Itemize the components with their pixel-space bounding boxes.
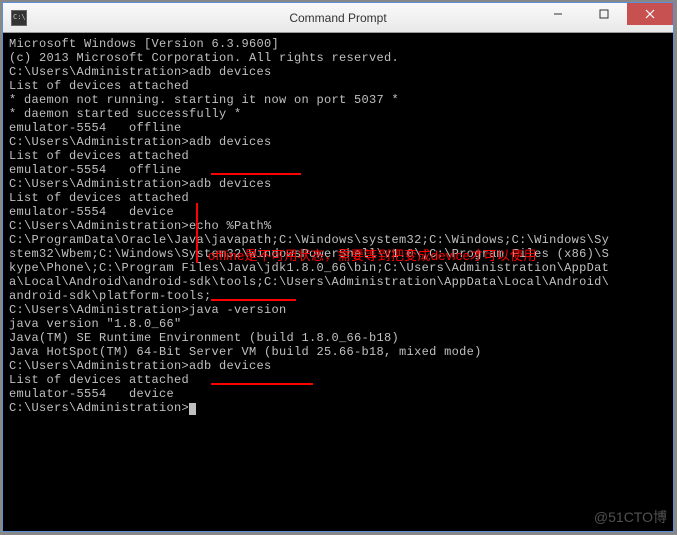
output-line: a\Local\Android\android-sdk\tools;C:\Use…	[9, 275, 667, 289]
close-icon	[645, 9, 655, 19]
output-line: List of devices attached	[9, 79, 667, 93]
minimize-button[interactable]	[535, 3, 581, 25]
output-line: emulator-5554 device	[9, 205, 667, 219]
command-prompt-window: Command Prompt Microsoft Windows [Versio…	[2, 2, 674, 532]
output-line: List of devices attached	[9, 149, 667, 163]
output-line: kype\Phone\;C:\Program Files\Java\jdk1.8…	[9, 261, 667, 275]
maximize-button[interactable]	[581, 3, 627, 25]
output-line: java version "1.8.0_66"	[9, 317, 667, 331]
cmd-icon	[11, 10, 27, 26]
watermark: @51CTO博	[594, 507, 667, 527]
output-line: emulator-5554 offline	[9, 121, 667, 135]
close-button[interactable]	[627, 3, 673, 25]
titlebar[interactable]: Command Prompt	[3, 3, 673, 33]
output-line: android-sdk\platform-tools;	[9, 289, 667, 303]
output-line: Java(TM) SE Runtime Environment (build 1…	[9, 331, 667, 345]
prompt-line: C:\Users\Administration>	[9, 401, 667, 415]
output-line: * daemon started successfully *	[9, 107, 667, 121]
output-line: C:\ProgramData\Oracle\Java\javapath;C:\W…	[9, 233, 667, 247]
prompt-line: C:\Users\Administration>echo %Path%	[9, 219, 667, 233]
prompt-line: C:\Users\Administration>adb devices	[9, 65, 667, 79]
window-title: Command Prompt	[289, 11, 386, 25]
output-line: emulator-5554 offline	[9, 163, 667, 177]
prompt-line: C:\Users\Administration>adb devices	[9, 135, 667, 149]
output-line: * daemon not running. starting it now on…	[9, 93, 667, 107]
annotation-text: offline是不可用状态，需要等到把变成device才可以使用	[208, 249, 537, 263]
red-underline-2	[211, 299, 296, 301]
red-underline-1	[211, 173, 301, 175]
red-underline-3	[211, 383, 313, 385]
prompt-line: C:\Users\Administration>java -version	[9, 303, 667, 317]
prompt-line: C:\Users\Administration>adb devices	[9, 177, 667, 191]
terminal-body[interactable]: Microsoft Windows [Version 6.3.9600] (c)…	[3, 33, 673, 419]
output-line: List of devices attached	[9, 191, 667, 205]
output-line: (c) 2013 Microsoft Corporation. All righ…	[9, 51, 667, 65]
output-line: Java HotSpot(TM) 64-Bit Server VM (build…	[9, 345, 667, 359]
output-line: Microsoft Windows [Version 6.3.9600]	[9, 37, 667, 51]
prompt-text: C:\Users\Administration>	[9, 401, 189, 415]
output-line: List of devices attached	[9, 373, 667, 387]
output-line: emulator-5554 device	[9, 387, 667, 401]
cursor	[189, 403, 196, 415]
minimize-icon	[553, 9, 563, 19]
window-buttons	[535, 3, 673, 32]
red-vertical-line	[196, 203, 198, 263]
maximize-icon	[599, 9, 609, 19]
prompt-line: C:\Users\Administration>adb devices	[9, 359, 667, 373]
